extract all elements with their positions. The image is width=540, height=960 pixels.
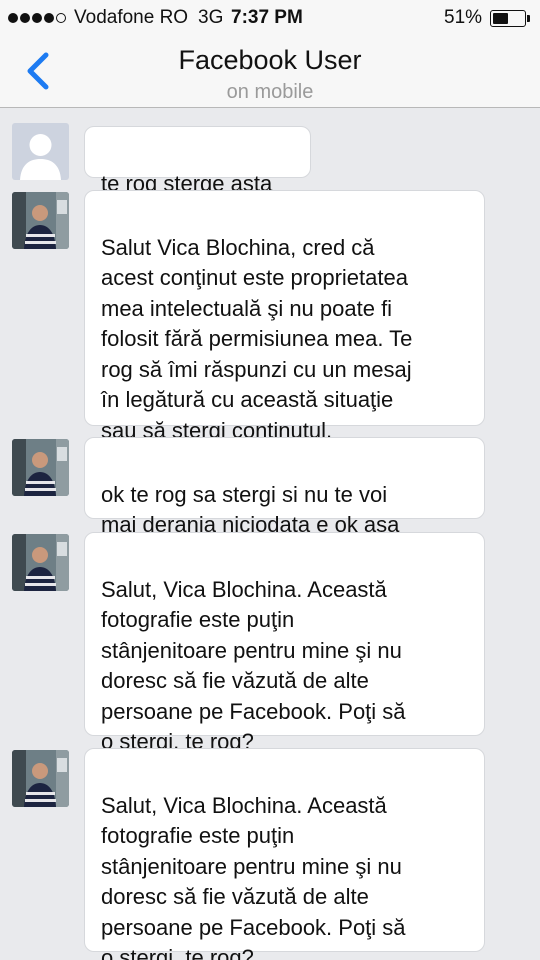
status-bar: Vodafone RO 3G 7:37 PM 51% (0, 0, 540, 36)
message-text: Salut, Vica Blochina. Această fotografie… (101, 792, 406, 960)
message-bubble: Salut, Vica Blochina. Această fotografie… (84, 532, 485, 754)
avatar[interactable] (12, 123, 69, 180)
avatar[interactable] (12, 750, 69, 807)
profile-photo-icon (12, 192, 69, 249)
avatar[interactable] (12, 534, 69, 591)
message-bubble: Salut Vica Blochina, cred că acest conţi… (84, 190, 485, 443)
message-text: Salut, Vica Blochina. Această fotografie… (101, 576, 406, 755)
battery-tip (527, 15, 530, 22)
network-type: 3G (198, 7, 224, 28)
conversation-title: Facebook User (178, 45, 362, 75)
message-bubble: te rog sterge asta (84, 126, 311, 196)
profile-photo-icon (12, 534, 69, 591)
clock: 7:37 PM (231, 7, 303, 28)
message-bubble: ok te rog sa stergi si nu te voi mai der… (84, 437, 485, 537)
carrier-name: Vodafone RO (74, 7, 189, 28)
message-bubble: Salut, Vica Blochina. Această fotografie… (84, 748, 485, 960)
navigation-bar: Facebook User on mobile (0, 36, 540, 108)
message-text: ok te rog sa stergi si nu te voi mai der… (101, 481, 400, 538)
avatar[interactable] (12, 439, 69, 496)
conversation-subtitle: on mobile (226, 81, 314, 103)
profile-photo-icon (12, 439, 69, 496)
battery-percentage: 51% (444, 7, 483, 28)
message-text: Salut Vica Blochina, cred că acest conţi… (101, 234, 413, 443)
signal-strength-icon (8, 13, 66, 23)
avatar[interactable] (12, 192, 69, 249)
battery-icon (490, 10, 526, 27)
default-avatar-icon (12, 123, 69, 180)
battery-level-fill (493, 13, 509, 24)
profile-photo-icon (12, 750, 69, 807)
